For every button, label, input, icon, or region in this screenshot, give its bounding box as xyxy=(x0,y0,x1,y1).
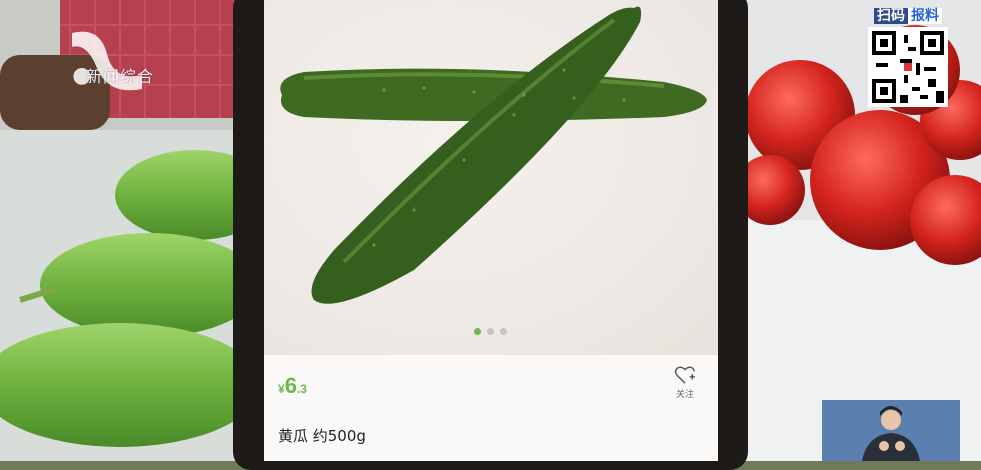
price-integer: 6 xyxy=(284,373,297,398)
qr-badge-title: 扫码 报料 xyxy=(866,5,950,25)
carousel-dot-2[interactable] xyxy=(487,328,494,335)
product-info-panel: ¥6.3 关注 黄瓜 约500g xyxy=(264,355,718,461)
heart-plus-icon xyxy=(674,366,695,384)
price-decimal: .3 xyxy=(296,382,307,396)
product-name: 黄瓜 约500g xyxy=(278,427,366,445)
qr-report-text: 报料 xyxy=(908,8,942,24)
phone-screen: ¥6.3 关注 黄瓜 约500g xyxy=(264,0,718,461)
qr-code-icon[interactable] xyxy=(868,27,948,107)
cucumber-image xyxy=(280,6,707,304)
sign-language-interpreter xyxy=(822,400,960,461)
carousel-indicator[interactable] xyxy=(474,328,507,335)
carousel-dot-3[interactable] xyxy=(500,328,507,335)
follow-label: 关注 xyxy=(675,390,694,400)
channel-logo-text: 新闻综合 xyxy=(86,67,155,86)
qr-scan-text: 扫码 xyxy=(874,8,908,24)
product-price: ¥6.3 xyxy=(278,373,307,399)
price-currency: ¥ xyxy=(278,382,285,396)
follow-button[interactable]: 关注 xyxy=(670,365,700,400)
product-image-carousel[interactable] xyxy=(264,0,718,355)
carousel-dot-1[interactable] xyxy=(474,328,481,335)
